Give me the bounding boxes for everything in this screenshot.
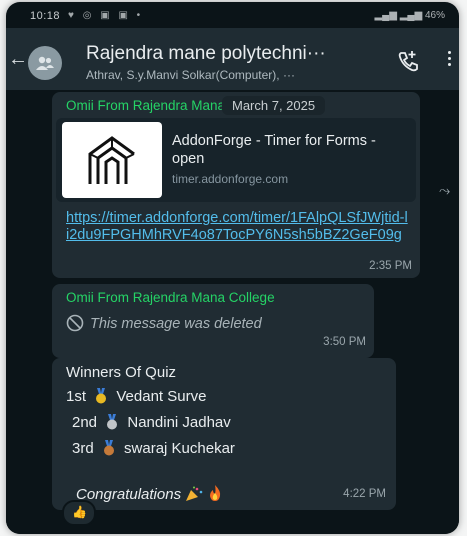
winner-name: swaraj Kuchekar (124, 440, 235, 457)
bronze-medal-icon (103, 440, 114, 456)
phone-add-icon[interactable] (396, 50, 420, 72)
arrow-left-icon[interactable]: ← (8, 48, 28, 71)
message-link[interactable]: https://timer.addonforge.com/timer/1FAlp… (66, 210, 410, 244)
chat-members[interactable]: Athrav, S.y.Manvi Solkar(Computer), ··· (86, 68, 378, 82)
link-preview-domain: timer.addonforge.com (172, 172, 289, 186)
deleted-message: This message was deleted (66, 314, 262, 332)
phone-frame: 10:18 ♥ ◎ ▣ ▣ • ▂▄▆ ▂▄▆ 46% ← Rajendra m… (6, 2, 459, 534)
prohibited-icon (66, 314, 84, 332)
addonforge-logo-icon (88, 136, 135, 184)
fire-icon (210, 485, 221, 501)
message-bubble-winners[interactable]: Winners Of Quiz 1st Vedant Surve 2nd Nan… (52, 358, 396, 510)
status-bar: 10:18 ♥ ◎ ▣ ▣ • ▂▄▆ ▂▄▆ 46% (6, 2, 459, 26)
reaction-badge[interactable]: 👍 (62, 500, 96, 526)
winner-place: 2nd (72, 414, 98, 431)
chat-header[interactable]: ← Rajendra mane polytechni··· Athrav, S.… (6, 28, 459, 90)
thumbs-up-icon: 👍 (72, 505, 87, 519)
signal-battery: ▂▄▆ ▂▄▆ 46% (374, 10, 445, 21)
winner-place: 1st (66, 388, 87, 405)
message-time: 3:50 PM (323, 336, 366, 348)
chat-title[interactable]: Rajendra mane polytechni··· (86, 43, 386, 65)
winner-name: Nandini Jadhav (127, 414, 231, 431)
gold-medal-icon (96, 388, 107, 404)
congrats-line: Congratulations (76, 484, 223, 503)
link-preview-title: AddonForge - Timer for Forms - open (172, 133, 376, 167)
signal-icon: ▂▄▆ ▂▄▆ (374, 10, 425, 21)
congrats-text: Congratulations (76, 486, 182, 503)
group-icon (36, 56, 54, 70)
winner-place: 3rd (72, 440, 94, 457)
winner-line: 1st Vedant Surve (66, 388, 206, 405)
message-list[interactable]: Omii From Rajendra Mana College March 7,… (6, 90, 459, 534)
date-chip: March 7, 2025 (222, 96, 326, 115)
notification-icons: ♥ ◎ ▣ ▣ • (68, 10, 144, 21)
group-avatar[interactable] (28, 46, 62, 80)
message-time: 4:22 PM (343, 488, 386, 500)
winner-name: Vedant Surve (116, 388, 207, 405)
party-popper-icon (186, 486, 203, 501)
message-sender[interactable]: Omii From Rajendra Mana College (66, 290, 275, 305)
message-bubble-deleted[interactable]: Omii From Rajendra Mana College This mes… (52, 284, 374, 358)
link-thumbnail (62, 122, 162, 198)
battery-level: 46% (424, 10, 445, 21)
message-bubble-link[interactable]: Omii From Rajendra Mana College March 7,… (52, 92, 420, 278)
winner-line: 3rd swaraj Kuchekar (72, 440, 235, 457)
status-time: 10:18 (30, 10, 61, 22)
more-vertical-icon[interactable] (448, 48, 456, 69)
message-time: 2:35 PM (369, 260, 412, 272)
silver-medal-icon (107, 414, 118, 430)
deleted-message-text: This message was deleted (90, 316, 262, 332)
link-preview[interactable]: AddonForge - Timer for Forms - open time… (56, 118, 416, 202)
forward-icon[interactable]: ⤳ (439, 182, 459, 198)
winner-line: 2nd Nandini Jadhav (72, 414, 231, 431)
winners-heading: Winners Of Quiz (66, 364, 177, 381)
